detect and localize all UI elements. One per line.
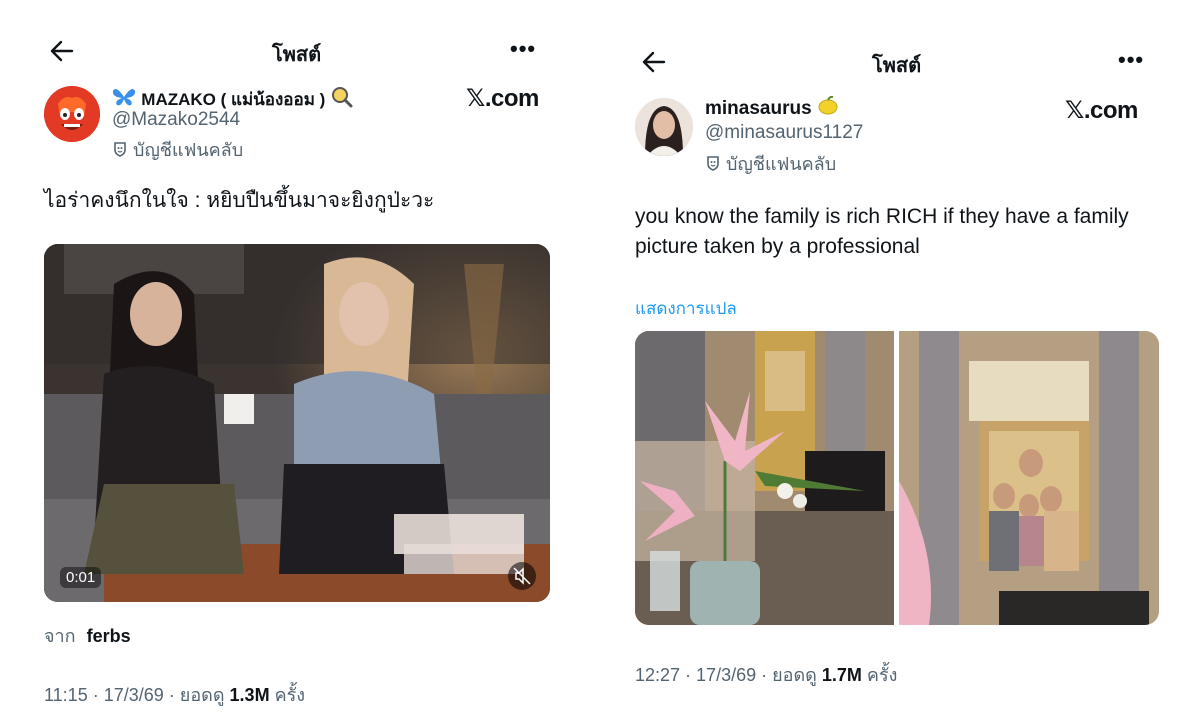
- back-arrow-icon[interactable]: [50, 40, 74, 66]
- fanclub-label: บัญชีแฟนคลับ: [726, 154, 837, 174]
- left-post-panel: โพสต์ ••• MAZAKO ( แม่น้องออม ) @Mazako2…: [0, 0, 590, 712]
- x-com-logo: 𝕏.com: [466, 85, 539, 112]
- video-frame: [44, 244, 550, 602]
- post-time: 12:27: [635, 665, 681, 685]
- page-title: โพสต์: [872, 55, 922, 77]
- views-unit: ครั้ง: [866, 665, 898, 685]
- lemon-icon: [817, 95, 839, 122]
- post-meta: 12:27 · 17/3/69 · ยอดดู 1.7M ครั้ง: [635, 660, 897, 689]
- fanclub-row: บัญชีแฟนคลับ: [112, 135, 243, 164]
- views-unit: ครั้ง: [274, 685, 306, 705]
- photo-lobby-flowers: [635, 331, 894, 625]
- views-label: ยอดดู: [772, 665, 817, 685]
- post-meta: 11:15 · 17/3/69 · ยอดดู 1.3M ครั้ง: [44, 680, 305, 709]
- back-arrow-icon[interactable]: [642, 51, 666, 77]
- magnifier-icon: [331, 86, 353, 114]
- meta-separator: ·: [87, 685, 104, 705]
- author-name: minasaurus: [705, 98, 812, 120]
- show-translation-link[interactable]: แสดงการแปล: [635, 295, 737, 322]
- page-title: โพสต์: [272, 44, 322, 66]
- views-count: 1.7M: [821, 665, 862, 685]
- meta-separator: ·: [680, 665, 697, 685]
- avatar[interactable]: [44, 86, 100, 142]
- fanclub-row: บัญชีแฟนคลับ: [705, 149, 836, 178]
- author-name: MAZAKO ( แม่น้องออม ): [141, 90, 326, 110]
- source-name[interactable]: ferbs: [87, 626, 131, 646]
- x-com-logo: 𝕏.com: [1065, 97, 1138, 124]
- author-handle[interactable]: @Mazako2544: [112, 109, 240, 131]
- post-text: you know the family is rich RICH if they…: [635, 205, 1129, 258]
- photo-family-portrait: [899, 331, 1159, 625]
- meta-separator: ·: [163, 685, 180, 705]
- post-photo-2[interactable]: [899, 331, 1159, 625]
- more-options-icon[interactable]: •••: [510, 36, 536, 62]
- fanclub-badge-icon: [112, 141, 128, 162]
- post-date: 17/3/69: [696, 665, 757, 685]
- muted-speaker-icon[interactable]: [508, 562, 536, 590]
- post-time: 11:15: [44, 685, 88, 705]
- views-label: ยอดดู: [179, 685, 225, 705]
- post-text: ไอร่าคงนึกในใจ : หยิบปืนขึ้นมาจะยิงกูป่ะ…: [44, 189, 435, 212]
- post-photo-1[interactable]: [635, 331, 894, 625]
- video-timestamp: 0:01: [60, 567, 102, 588]
- video-player[interactable]: 0:01: [44, 244, 550, 602]
- right-post-panel: โพสต์ ••• minasaurus @minasaurus1127 บัญ…: [600, 0, 1200, 712]
- views-count: 1.3M: [229, 685, 270, 705]
- meta-separator: ·: [756, 665, 773, 685]
- more-options-icon[interactable]: •••: [1118, 47, 1144, 73]
- author-handle[interactable]: @minasaurus1127: [705, 122, 863, 144]
- author-name-row[interactable]: minasaurus: [705, 95, 839, 122]
- fanclub-badge-icon: [705, 155, 721, 176]
- post-date: 17/3/69: [103, 685, 164, 705]
- source-label: จาก: [44, 626, 76, 646]
- avatar[interactable]: [635, 98, 693, 156]
- fanclub-label: บัญชีแฟนคลับ: [133, 140, 244, 160]
- source-row: จาก ferbs: [44, 621, 131, 650]
